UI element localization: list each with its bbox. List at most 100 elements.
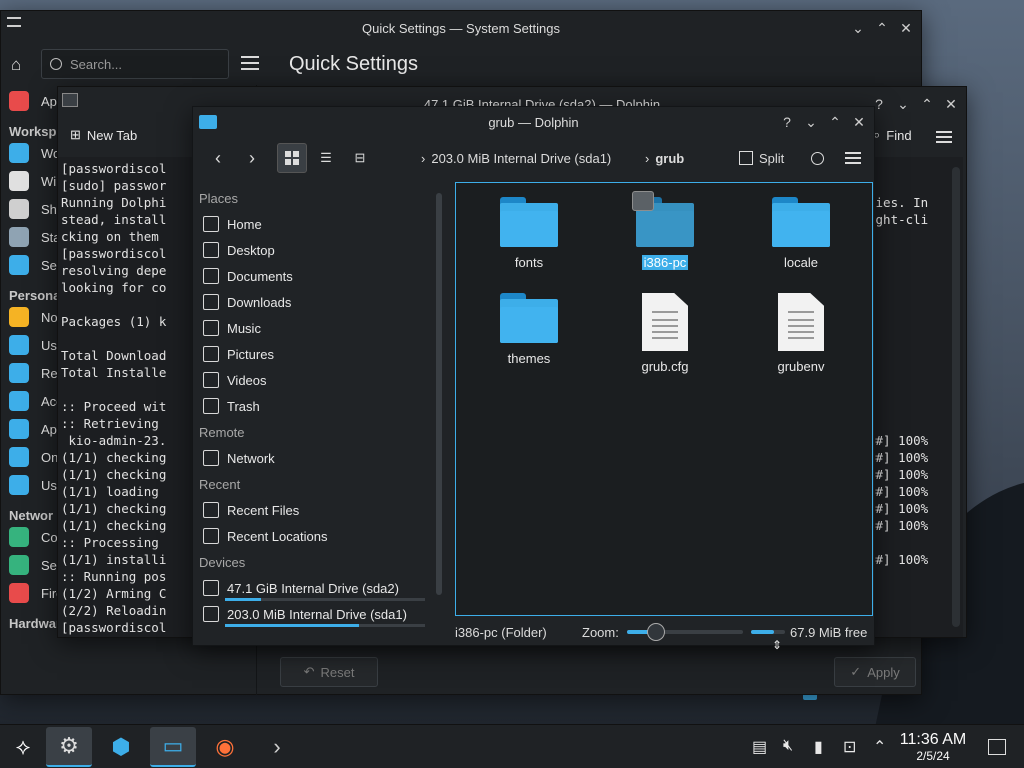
konsole-icon: ›	[273, 734, 281, 759]
file-item-grub.cfg[interactable]: grub.cfg	[610, 293, 720, 374]
taskbar-app-discover[interactable]: ⬢	[98, 727, 144, 767]
place-label: Pictures	[227, 346, 274, 362]
file-item-fonts[interactable]: fonts	[474, 197, 584, 270]
place-recent-locations[interactable]: Recent Locations	[193, 523, 439, 549]
hamburger-menu-button[interactable]	[839, 143, 867, 173]
taskbar-app-firefox[interactable]: ◉	[202, 727, 248, 767]
place-desktop[interactable]: Desktop	[193, 237, 439, 263]
file-name-text: locale	[784, 255, 818, 270]
place-videos[interactable]: Videos	[193, 367, 439, 393]
find-button[interactable]: ⌕ Find	[873, 127, 912, 143]
place-pictures[interactable]: Pictures	[193, 341, 439, 367]
minimize-icon[interactable]: ⌄	[896, 96, 910, 113]
new-tab-button[interactable]: ⊞ New Tab	[70, 127, 137, 143]
drive-icon	[203, 580, 219, 596]
device-label: 47.1 GiB Internal Drive (sda2)	[227, 580, 399, 596]
icons-view-button[interactable]	[277, 143, 307, 173]
place-downloads[interactable]: Downloads	[193, 289, 439, 315]
terminal-line-right: ##] 100%	[868, 484, 929, 499]
selection-toggle-icon[interactable]	[632, 191, 654, 211]
split-button[interactable]: Split	[739, 143, 784, 173]
window-title: grub — Dolphin	[488, 114, 579, 130]
place-music[interactable]: Music	[193, 315, 439, 341]
terminal-line-right: ##] 100%	[868, 501, 929, 516]
file-item-i386-pc[interactable]: i386-pc	[610, 191, 720, 270]
pictures-icon	[203, 346, 219, 362]
device-usage-fill	[225, 624, 359, 627]
file-item-locale[interactable]: locale	[746, 197, 856, 270]
split-label: Split	[759, 150, 785, 166]
places-scrollbar[interactable]	[436, 193, 442, 595]
terminal-line-right	[868, 262, 963, 279]
search-field[interactable]: Search...	[41, 49, 229, 79]
close-icon[interactable]: ✕	[852, 114, 866, 131]
clock[interactable]: 11:36 AM 2/5/24	[896, 731, 970, 763]
place-label: Downloads	[227, 294, 292, 310]
folder-icon	[632, 191, 694, 247]
terminal-line-right	[868, 228, 963, 245]
back-button[interactable]: ‹	[203, 143, 233, 173]
file-item-grubenv[interactable]: grubenv	[746, 293, 856, 374]
recent-files-icon	[203, 502, 219, 518]
text-file-icon	[778, 293, 824, 351]
search-icon	[50, 58, 62, 70]
minimize-icon[interactable]: ⌄	[851, 20, 865, 37]
show-hidden-icons-icon[interactable]: ⌃	[873, 737, 886, 757]
connections-icon	[9, 527, 29, 547]
file-item-themes[interactable]: themes	[474, 293, 584, 366]
battery-icon[interactable]: ▮	[814, 737, 823, 757]
breadcrumb-parent[interactable]: › 203.0 MiB Internal Drive (sda1)	[421, 143, 611, 173]
search-button[interactable]	[803, 143, 831, 173]
maximize-icon[interactable]: ⌃	[920, 96, 934, 113]
apply-label: Apply	[867, 664, 900, 680]
place-documents[interactable]: Documents	[193, 263, 439, 289]
text-line	[652, 331, 678, 333]
sidebar-item-label: Wi	[41, 173, 57, 189]
close-icon[interactable]: ✕	[899, 20, 913, 37]
place-home[interactable]: Home	[193, 211, 439, 237]
dolphin-titlebar[interactable]: grub — Dolphin ? ⌄ ⌃ ✕	[193, 107, 874, 137]
maximize-icon[interactable]: ⌃	[875, 20, 889, 37]
taskbar-app-application-launcher[interactable]: ⟡	[0, 727, 46, 767]
reset-button[interactable]: ↶ Reset	[280, 657, 378, 687]
breadcrumb-parent-label: 203.0 MiB Internal Drive (sda1)	[431, 150, 612, 166]
dolphin-icon: ▭	[162, 733, 184, 758]
videos-icon	[203, 372, 219, 388]
place-trash[interactable]: Trash	[193, 393, 439, 419]
maximize-icon[interactable]: ⌃	[828, 114, 842, 131]
minimize-icon[interactable]: ⌄	[804, 114, 818, 131]
show-desktop-button[interactable]	[988, 739, 1006, 755]
file-name-text: themes	[507, 351, 551, 366]
breadcrumb-current[interactable]: › grub	[645, 143, 684, 173]
terminal-scrollbar[interactable]	[952, 167, 960, 627]
text-line	[788, 325, 814, 327]
device-item[interactable]: 47.1 GiB Internal Drive (sda2)	[193, 575, 439, 601]
close-icon[interactable]: ✕	[944, 96, 958, 113]
hamburger-menu-button[interactable]	[936, 131, 952, 143]
help-icon[interactable]: ?	[780, 114, 794, 130]
hamburger-menu-button[interactable]	[241, 56, 259, 70]
dolphin-app-icon	[199, 115, 217, 129]
system-settings-titlebar[interactable]: Quick Settings — System Settings ⌄ ⌃ ✕	[1, 11, 921, 45]
zoom-slider-handle[interactable]	[647, 623, 665, 641]
taskbar-app-konsole[interactable]: ›	[254, 727, 300, 767]
apply-button[interactable]: ✓ Apply	[834, 657, 916, 687]
place-network[interactable]: Network	[193, 445, 439, 471]
device-item[interactable]: 203.0 MiB Internal Drive (sda1)	[193, 601, 439, 627]
taskbar-app-dolphin[interactable]: ▭	[150, 727, 196, 767]
terminal-line-right	[868, 381, 963, 398]
home-button[interactable]: ⌂	[11, 55, 33, 75]
volume-muted-icon[interactable]: 🔇︎	[783, 737, 793, 755]
compact-view-button[interactable]: ☰	[311, 143, 341, 173]
user-feedback-icon	[9, 475, 29, 495]
file-view[interactable]: fonts i386-pc locale themes grub.cfg grubenv	[455, 182, 873, 616]
forward-button[interactable]: ›	[237, 143, 267, 173]
taskbar-app-system-settings[interactable]: ⚙	[46, 727, 92, 767]
place-recent-files[interactable]: Recent Files	[193, 497, 439, 523]
resize-cursor-icon: ⇕	[772, 638, 783, 652]
details-view-button[interactable]: ⊟	[345, 143, 375, 173]
page-title: Quick Settings	[289, 53, 418, 75]
network-status-icon[interactable]: ⊡	[843, 737, 856, 757]
window-menu-icon[interactable]	[7, 17, 21, 27]
clipboard-icon[interactable]: ▤	[752, 737, 767, 757]
